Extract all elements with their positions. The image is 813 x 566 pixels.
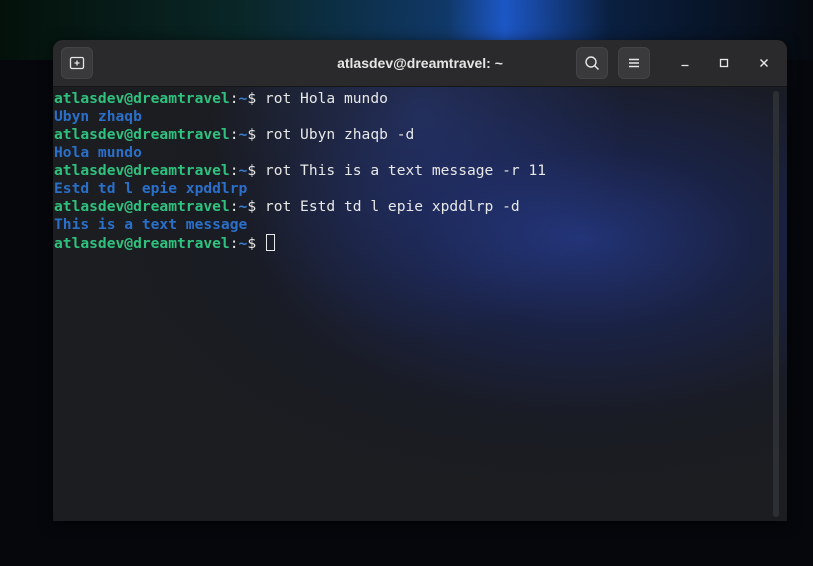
output-line: Ubyn zhaqb [54, 108, 546, 126]
prompt-path: ~ [238, 126, 248, 143]
new-tab-button[interactable] [61, 47, 93, 79]
prompt-symbol: $ [247, 126, 265, 143]
prompt-user-host: atlasdev@dreamtravel [54, 235, 230, 252]
close-button[interactable] [752, 51, 776, 75]
prompt-path: ~ [238, 235, 248, 252]
close-icon [760, 59, 768, 67]
terminal-area[interactable]: atlasdev@dreamtravel:~$ rot Hola mundo Ub… [53, 87, 787, 521]
maximize-button[interactable] [712, 51, 736, 75]
new-tab-icon [69, 56, 85, 70]
prompt-symbol: $ [247, 90, 265, 107]
output-text: Estd td l epie xpddlrp [54, 180, 248, 197]
minimize-icon [681, 64, 689, 67]
command-text: rot Ubyn zhaqb -d [264, 126, 415, 143]
terminal-window: atlasdev@dreamtravel: ~ atlasdev@dreamtr… [53, 40, 787, 521]
command-text: rot This is a text message -r 11 [264, 162, 547, 179]
prompt-symbol: $ [247, 198, 265, 215]
terminal-output: atlasdev@dreamtravel:~$ rot Hola mundo Ub… [54, 90, 546, 252]
titlebar: atlasdev@dreamtravel: ~ [53, 40, 787, 87]
prompt-path: ~ [238, 90, 248, 107]
prompt-path: ~ [238, 198, 248, 215]
prompt-symbol: $ [247, 235, 265, 252]
search-icon [585, 56, 600, 71]
command-line: atlasdev@dreamtravel:~$ rot Ubyn zhaqb -… [54, 126, 546, 144]
scrollbar[interactable] [773, 91, 779, 517]
prompt-user-host: atlasdev@dreamtravel [54, 162, 230, 179]
prompt-separator: : [229, 235, 239, 252]
prompt-user-host: atlasdev@dreamtravel [54, 90, 230, 107]
prompt-symbol: $ [247, 162, 265, 179]
command-line: atlasdev@dreamtravel:~$ rot Hola mundo [54, 90, 546, 108]
prompt-path: ~ [238, 162, 248, 179]
command-line: atlasdev@dreamtravel:~$ rot This is a te… [54, 162, 546, 180]
output-text: Hola mundo [54, 144, 142, 161]
terminal-cursor [265, 234, 275, 251]
prompt-user-host: atlasdev@dreamtravel [54, 198, 230, 215]
output-line: Hola mundo [54, 144, 546, 162]
output-line: This is a text message [54, 216, 546, 234]
command-line: atlasdev@dreamtravel:~$ [54, 234, 546, 252]
output-text: This is a text message [54, 216, 248, 233]
prompt-separator: : [229, 90, 239, 107]
command-text: rot Hola mundo [264, 90, 388, 107]
prompt-user-host: atlasdev@dreamtravel [54, 126, 230, 143]
prompt-separator: : [229, 126, 239, 143]
search-button[interactable] [576, 47, 608, 79]
prompt-separator: : [229, 198, 239, 215]
hamburger-menu-icon [629, 58, 639, 68]
minimize-button[interactable] [673, 51, 697, 75]
menu-button[interactable] [618, 47, 650, 79]
command-text: rot Estd td l epie xpddlrp -d [264, 198, 520, 215]
output-line: Estd td l epie xpddlrp [54, 180, 546, 198]
maximize-icon [719, 58, 729, 68]
output-text: Ubyn zhaqb [54, 108, 142, 125]
command-line: atlasdev@dreamtravel:~$ rot Estd td l ep… [54, 198, 546, 216]
prompt-separator: : [229, 162, 239, 179]
